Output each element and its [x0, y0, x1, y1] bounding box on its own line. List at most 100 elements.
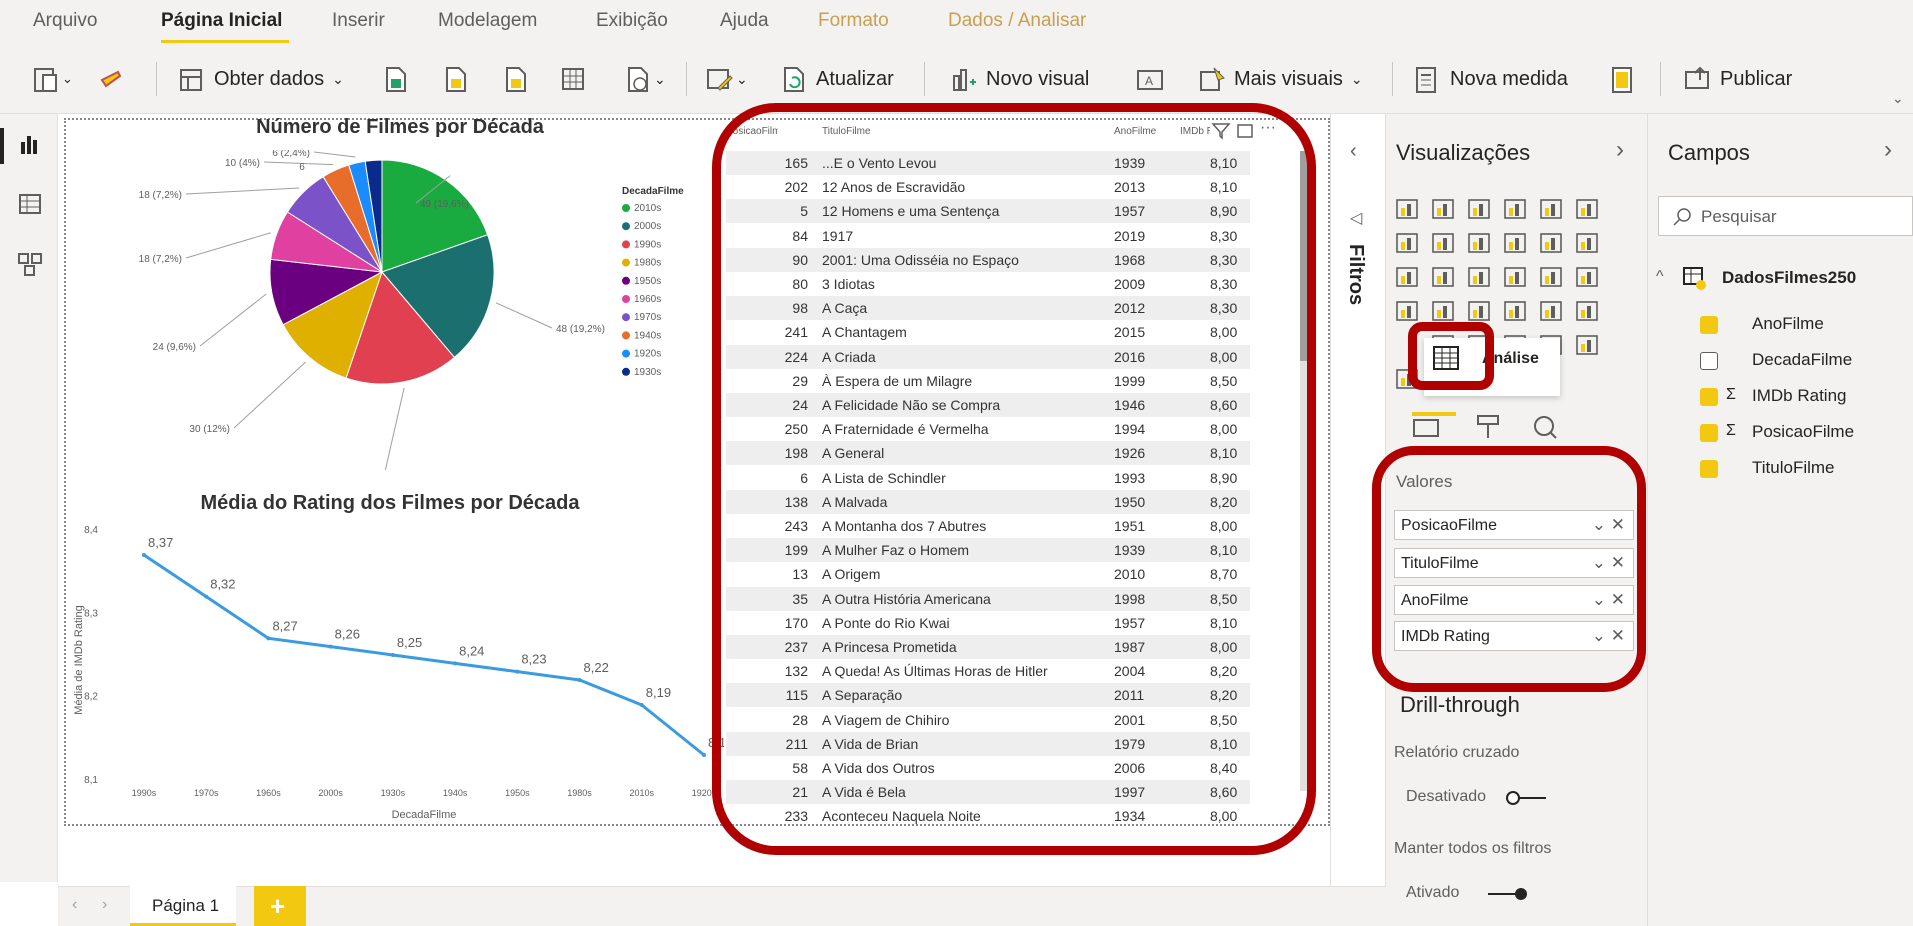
keep-filters-toggle[interactable] — [1484, 884, 1530, 904]
pie-chart[interactable]: 49 (19,6%)48 (19,2%)41 (16,4%)30 (12%)24… — [64, 150, 724, 470]
map-icon[interactable] — [1430, 298, 1456, 324]
funnel-icon[interactable] — [1574, 264, 1600, 290]
text-box-button[interactable]: A — [1134, 62, 1164, 96]
line-chart-icon[interactable] — [1502, 230, 1528, 256]
data-view-icon[interactable] — [16, 190, 44, 218]
mais-visuais-button[interactable]: Mais visuais ⌄ — [1196, 62, 1363, 96]
fields-search-input[interactable]: Pesquisar — [1701, 207, 1777, 227]
line-point[interactable] — [639, 703, 644, 707]
atualizar-button[interactable]: Atualizar — [778, 62, 894, 96]
publicar-button[interactable]: Publicar — [1682, 62, 1792, 96]
map-icon[interactable] — [1538, 298, 1564, 324]
line-chart-icon[interactable] — [1430, 230, 1456, 256]
field-item-titulofilme[interactable]: TituloFilme — [1700, 458, 1900, 486]
stacked-bar-icon[interactable] — [1466, 196, 1492, 222]
model-view-icon[interactable] — [16, 250, 44, 278]
menu-pagina-inicial[interactable]: Página Inicial — [161, 10, 282, 32]
view-nav — [0, 114, 58, 882]
field-label: PosicaoFilme — [1752, 422, 1855, 441]
field-item-imdb-rating[interactable]: Σ IMDb Rating — [1700, 386, 1900, 414]
checkbox-checked-icon[interactable] — [1700, 388, 1718, 406]
menu-exibicao[interactable]: Exibição — [596, 10, 668, 32]
stacked-bar-icon[interactable] — [1394, 196, 1420, 222]
python-visual-icon[interactable] — [1574, 332, 1600, 358]
dataset-button[interactable] — [440, 62, 470, 96]
line-point[interactable] — [204, 594, 209, 599]
x-tick-label: 2010s — [630, 788, 655, 798]
menu-dados-analisar[interactable]: Dados / Analisar — [948, 10, 1086, 32]
next-page-icon[interactable]: › — [102, 896, 107, 914]
stacked-bar-icon[interactable] — [1430, 196, 1456, 222]
icon-accent — [1581, 208, 1585, 216]
sql-button[interactable] — [500, 62, 530, 96]
chevron-right-icon[interactable]: › — [1616, 136, 1624, 164]
line-point[interactable] — [390, 653, 395, 657]
field-item-anofilme[interactable]: AnoFilme — [1700, 314, 1900, 342]
chevron-left-icon[interactable]: ‹ — [1350, 140, 1357, 163]
fields-wells-icon[interactable] — [1408, 416, 1444, 444]
page-tab-1[interactable]: Página 1 — [130, 886, 236, 926]
funnel-icon[interactable] — [1538, 264, 1564, 290]
line-chart[interactable]: 8,4 8,3 8,2 8,1 1990s 8,37 1970s 8,32 1960s 8,27 2… — [64, 520, 724, 825]
enter-data-button[interactable] — [558, 62, 588, 96]
line-point[interactable] — [453, 661, 458, 666]
menu-arquivo[interactable]: Arquivo — [33, 10, 97, 32]
funnel-icon[interactable] — [1466, 264, 1492, 290]
line-chart-icon[interactable] — [1394, 230, 1420, 256]
line-point[interactable] — [702, 753, 706, 757]
stacked-bar-icon[interactable] — [1502, 196, 1528, 222]
chevron-up-icon[interactable]: ^ — [1656, 268, 1664, 286]
field-item-posicaofilme[interactable]: Σ PosicaoFilme — [1700, 422, 1900, 450]
paint-roller-icon[interactable] — [1470, 412, 1506, 442]
icon-accent — [1545, 310, 1549, 318]
stacked-bar-icon[interactable] — [1574, 196, 1600, 222]
nova-medida-button[interactable]: Nova medida — [1410, 62, 1568, 96]
checkbox-checked-icon[interactable] — [1700, 316, 1718, 334]
report-view-icon[interactable] — [16, 130, 44, 158]
y-tick-label: 8,4 — [84, 525, 98, 536]
line-chart-icon[interactable] — [1574, 230, 1600, 256]
menu-modelagem[interactable]: Modelagem — [438, 10, 537, 32]
funnel-icon[interactable] — [1502, 264, 1528, 290]
quick-measure-button[interactable] — [1606, 62, 1636, 96]
collapse-ribbon-icon[interactable]: ⌄ — [1892, 90, 1904, 107]
field-item-decadafilme[interactable]: DecadaFilme — [1700, 350, 1900, 378]
menu-ajuda[interactable]: Ajuda — [720, 10, 769, 32]
prev-page-icon[interactable]: ‹ — [72, 896, 77, 914]
obter-dados-button[interactable]: Obter dados ⌄ — [176, 62, 344, 96]
line-point[interactable] — [142, 553, 146, 557]
line-chart-icon[interactable] — [1538, 230, 1564, 256]
map-icon[interactable] — [1574, 298, 1600, 324]
funnel-icon[interactable] — [1394, 264, 1420, 290]
checkbox-checked-icon[interactable] — [1700, 460, 1718, 478]
recent-sources-button[interactable]: ⌄ — [622, 62, 666, 96]
file-icon — [506, 67, 526, 92]
map-icon[interactable] — [1502, 298, 1528, 324]
checkbox-unchecked-icon[interactable] — [1700, 352, 1718, 370]
menu-inserir[interactable]: Inserir — [332, 10, 385, 32]
paste-button[interactable]: ⌄ — [30, 62, 73, 96]
add-page-button[interactable]: + — [254, 886, 306, 926]
funnel-icon[interactable] — [1430, 264, 1456, 290]
line-point[interactable] — [328, 644, 333, 649]
stacked-bar-icon[interactable] — [1538, 196, 1564, 222]
line-point[interactable] — [577, 678, 582, 682]
line-chart-icon[interactable] — [1466, 230, 1492, 256]
line-point[interactable] — [266, 636, 271, 641]
novo-visual-button[interactable]: Novo visual — [948, 62, 1089, 96]
chevron-right-icon[interactable]: › — [1884, 136, 1892, 164]
checkbox-checked-icon[interactable] — [1700, 424, 1718, 442]
fields-table-name[interactable]: DadosFilmes250 — [1722, 268, 1856, 288]
format-painter-button[interactable] — [96, 62, 126, 96]
excel-button[interactable] — [380, 62, 410, 96]
ribbon-separator — [1392, 62, 1393, 96]
line-point[interactable] — [515, 669, 520, 674]
cross-report-toggle[interactable] — [1504, 788, 1550, 808]
analytics-icon[interactable] — [1528, 412, 1564, 442]
pie-data-label: 49 (19,6%) — [420, 199, 469, 210]
map-icon[interactable] — [1466, 298, 1492, 324]
map-icon[interactable] — [1394, 298, 1420, 324]
fields-search[interactable]: Pesquisar — [1658, 196, 1913, 236]
transform-data-button[interactable]: ⌄ — [704, 62, 748, 96]
menu-formato[interactable]: Formato — [818, 10, 889, 32]
